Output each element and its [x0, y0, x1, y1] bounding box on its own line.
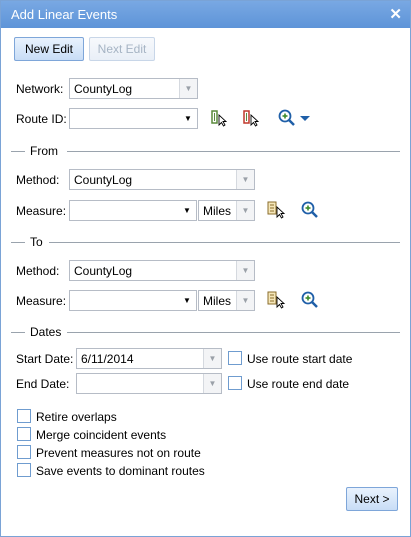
end-date-label: End Date:: [16, 377, 70, 391]
start-date-label: Start Date:: [16, 352, 74, 366]
route-id-input[interactable]: ▼: [69, 108, 198, 129]
use-route-end-date-checkbox[interactable]: [228, 376, 242, 390]
from-method-label: Method:: [16, 173, 60, 187]
route-id-label: Route ID:: [16, 112, 67, 126]
to-method-select[interactable]: CountyLog ▼: [69, 260, 255, 281]
prevent-measures-checkbox[interactable]: [17, 445, 31, 459]
to-measure-label: Measure:: [16, 294, 67, 308]
from-measure-label: Measure:: [16, 204, 67, 218]
use-route-start-date-label: Use route start date: [247, 352, 353, 366]
retire-overlaps-label: Retire overlaps: [36, 410, 117, 424]
save-events-dominant-label: Save events to dominant routes: [36, 464, 205, 478]
close-icon[interactable]: ✕: [389, 5, 402, 23]
chevron-down-icon: ▼: [203, 349, 221, 368]
chevron-down-icon: ▼: [203, 374, 221, 393]
network-label: Network:: [16, 82, 64, 96]
next-button[interactable]: Next >: [346, 487, 398, 511]
new-edit-button[interactable]: New Edit: [14, 37, 84, 61]
from-section-header: From: [11, 144, 400, 158]
from-method-select[interactable]: CountyLog ▼: [69, 169, 255, 190]
to-units-select[interactable]: Miles ▼: [198, 290, 255, 311]
section-divider: [11, 242, 25, 243]
prevent-measures-label: Prevent measures not on route: [36, 446, 201, 460]
merge-coincident-events-label: Merge coincident events: [36, 428, 167, 442]
zoom-icon[interactable]: [300, 290, 320, 310]
measure-pick-icon[interactable]: [266, 200, 286, 220]
chevron-down-icon: ▼: [236, 170, 254, 189]
start-date-input[interactable]: 6/11/2014 ▼: [76, 348, 222, 369]
section-divider: [67, 151, 400, 152]
end-date-input[interactable]: ▼: [76, 373, 222, 394]
use-route-start-date-checkbox[interactable]: [228, 351, 242, 365]
from-method-value: CountyLog: [74, 173, 133, 187]
chevron-down-icon: ▼: [236, 261, 254, 280]
from-units-select[interactable]: Miles ▼: [198, 200, 255, 221]
start-date-value: 6/11/2014: [81, 352, 134, 366]
measure-pick-icon[interactable]: [266, 290, 286, 310]
zoom-icon[interactable]: [277, 108, 297, 128]
chevron-down-icon: ▼: [183, 296, 191, 305]
to-measure-input[interactable]: ▼: [69, 290, 197, 311]
network-value: CountyLog: [74, 82, 133, 96]
next-edit-button[interactable]: Next Edit: [89, 37, 155, 61]
chevron-down-icon: ▼: [236, 201, 254, 220]
dates-section-header: Dates: [11, 325, 400, 339]
use-route-end-date-label: Use route end date: [247, 377, 350, 391]
dialog-title: Add Linear Events: [11, 7, 118, 22]
merge-coincident-events-checkbox[interactable]: [17, 427, 31, 441]
to-units-value: Miles: [203, 294, 232, 308]
to-method-label: Method:: [16, 264, 60, 278]
add-linear-events-dialog: Add Linear Events ✕ New Edit Next Edit N…: [0, 0, 411, 537]
from-section-title: From: [27, 144, 61, 158]
section-divider: [49, 242, 400, 243]
title-bar: Add Linear Events ✕: [1, 1, 410, 28]
chevron-down-icon: ▼: [184, 114, 192, 123]
select-route-icon[interactable]: [210, 108, 230, 128]
chevron-down-icon: ▼: [236, 291, 254, 310]
select-route-red-icon[interactable]: [242, 108, 262, 128]
network-select[interactable]: CountyLog ▼: [69, 78, 198, 99]
section-divider: [11, 332, 25, 333]
chevron-down-icon: ▼: [183, 206, 191, 215]
save-events-dominant-checkbox[interactable]: [17, 463, 31, 477]
section-divider: [67, 332, 400, 333]
to-section-header: To: [11, 235, 400, 249]
zoom-dropdown-chevron-icon[interactable]: [295, 108, 310, 128]
retire-overlaps-checkbox[interactable]: [17, 409, 31, 423]
section-divider: [11, 151, 25, 152]
dates-section-title: Dates: [27, 325, 65, 339]
to-method-value: CountyLog: [74, 264, 133, 278]
chevron-down-icon: ▼: [179, 79, 197, 98]
to-section-title: To: [27, 235, 46, 249]
zoom-icon[interactable]: [300, 200, 320, 220]
from-measure-input[interactable]: ▼: [69, 200, 197, 221]
from-units-value: Miles: [203, 204, 232, 218]
